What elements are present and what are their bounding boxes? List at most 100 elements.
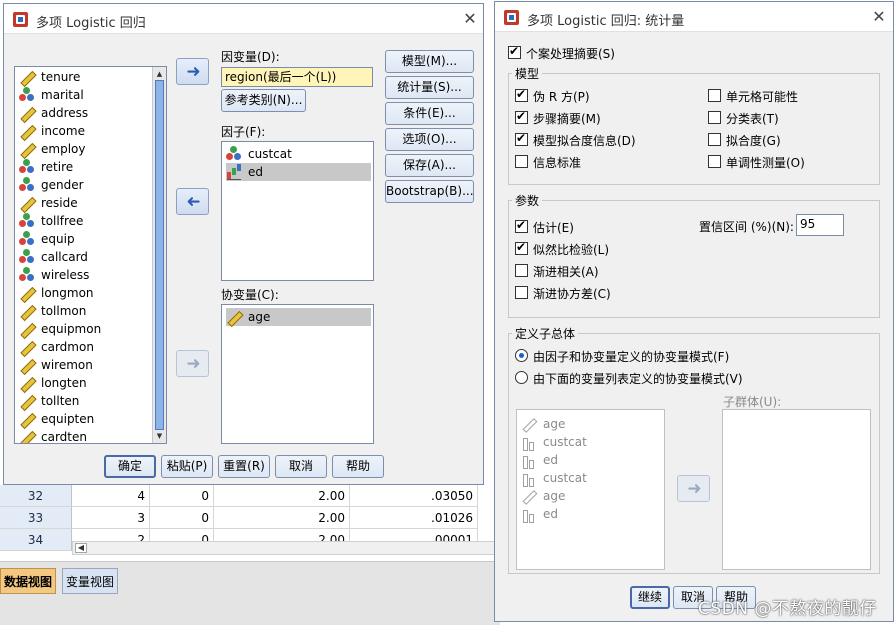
table-cell[interactable]: 2.00: [214, 485, 350, 507]
list-item[interactable]: tollfree: [19, 212, 147, 230]
list-item[interactable]: custcat: [521, 469, 661, 487]
dependent-field[interactable]: region(最后一个(L)): [221, 67, 373, 87]
continue-button[interactable]: 继续: [630, 586, 670, 609]
table-cell[interactable]: 2.00: [214, 507, 350, 529]
scroll-thumb[interactable]: [155, 80, 164, 430]
table-cell[interactable]: .03050: [350, 485, 478, 507]
reset-button[interactable]: 重置(R): [218, 455, 270, 478]
model-button[interactable]: 模型(M)...: [385, 50, 474, 73]
checkbox-checked-icon: [515, 87, 528, 102]
parameter-option-checkbox[interactable]: 渐进相关(A): [515, 262, 775, 280]
confidence-interval-input[interactable]: 95: [796, 214, 844, 236]
subgroups-list[interactable]: [722, 409, 871, 570]
bootstrap-button[interactable]: Bootstrap(B)...: [385, 180, 474, 203]
checkbox-empty-icon: [708, 155, 721, 168]
close-icon[interactable]: ✕: [869, 7, 889, 27]
list-item[interactable]: wiremon: [19, 356, 147, 374]
list-item-label: ed: [543, 453, 558, 467]
list-item[interactable]: income: [19, 122, 147, 140]
subpopulation-radio[interactable]: 由下面的变量列表定义的协变量模式(V): [515, 369, 775, 387]
scroll-down-icon[interactable]: ▼: [154, 431, 165, 441]
statistics-button[interactable]: 统计量(S)...: [385, 76, 474, 99]
model-option-checkbox[interactable]: 分类表(T): [708, 109, 896, 127]
criteria-button[interactable]: 条件(E)...: [385, 102, 474, 125]
nominal-circles-icon: [19, 159, 35, 175]
factors-list[interactable]: custcat ed: [221, 141, 374, 281]
nominal-circles-icon: [19, 249, 35, 265]
parameter-option-checkbox-label: 似然比检验(L): [533, 243, 610, 257]
table-cell[interactable]: 0: [150, 485, 214, 507]
list-item[interactable]: marital: [19, 86, 147, 104]
tab-data-view[interactable]: 数据视图: [0, 568, 57, 594]
scroll-up-icon[interactable]: ▲: [154, 69, 165, 79]
case-summary-checkbox[interactable]: 个案处理摘要(S): [508, 44, 658, 62]
covariates-label: 协变量(C):: [221, 288, 279, 302]
row-number: 33: [0, 507, 72, 529]
ok-button[interactable]: 确定: [104, 455, 156, 478]
covariates-list[interactable]: age: [221, 304, 374, 444]
list-item[interactable]: longten: [19, 374, 147, 392]
list-item[interactable]: retire: [19, 158, 147, 176]
model-option-checkbox[interactable]: 拟合度(G): [708, 131, 896, 149]
list-item[interactable]: ed: [521, 505, 661, 523]
list-item[interactable]: ed: [521, 451, 661, 469]
list-item[interactable]: age: [521, 487, 661, 505]
move-to-covariate-button[interactable]: ➜: [176, 350, 209, 377]
list-item-label: ed: [248, 165, 263, 179]
list-item[interactable]: gender: [19, 176, 147, 194]
model-option-checkbox[interactable]: 单元格可能性: [708, 87, 896, 105]
save-button[interactable]: 保存(A)...: [385, 154, 474, 177]
checkbox-empty-icon: [515, 286, 528, 299]
list-item[interactable]: cardten: [19, 428, 147, 443]
tab-variable-view[interactable]: 变量视图: [62, 568, 119, 594]
source-list-scrollbar[interactable]: ▲ ▼: [152, 67, 166, 443]
subpopulation-variable-list[interactable]: age custcat ed custcat age ed: [516, 409, 665, 570]
csdn-watermark: CSDN @不熬夜的靓仔: [698, 599, 877, 619]
model-option-checkbox[interactable]: 单调性测量(O): [708, 153, 896, 171]
scale-ruler-icon: [19, 303, 35, 319]
list-item[interactable]: age: [521, 415, 661, 433]
subpopulation-radio[interactable]: 由因子和协变量定义的协变量模式(F): [515, 347, 775, 365]
list-item[interactable]: tollten: [19, 392, 147, 410]
list-item[interactable]: reside: [19, 194, 147, 212]
list-item[interactable]: wireless: [19, 266, 147, 284]
help-button[interactable]: 帮助: [332, 455, 384, 478]
list-item[interactable]: custcat: [521, 433, 661, 451]
list-item[interactable]: tenure: [19, 68, 147, 86]
list-item[interactable]: longmon: [19, 284, 147, 302]
move-to-dependent-button[interactable]: ➜: [176, 58, 209, 85]
list-item[interactable]: equip: [19, 230, 147, 248]
move-to-subgroups-button[interactable]: ➜: [677, 475, 710, 502]
table-cell[interactable]: 0: [150, 507, 214, 529]
parameter-option-checkbox[interactable]: 似然比检验(L): [515, 240, 775, 258]
case-summary-label: 个案处理摘要(S): [526, 47, 615, 61]
list-item[interactable]: ed: [226, 163, 371, 181]
list-item[interactable]: callcard: [19, 248, 147, 266]
table-row: 32 4 0 2.00.03050: [0, 485, 500, 507]
model-group-title: 模型: [512, 65, 543, 82]
list-item[interactable]: tollmon: [19, 302, 147, 320]
list-item[interactable]: address: [19, 104, 147, 122]
scale-ruler-icon: [19, 195, 35, 211]
cancel-button[interactable]: 取消: [275, 455, 327, 478]
scroll-left-icon[interactable]: ◀: [75, 543, 87, 553]
reference-category-button[interactable]: 参考类别(N)...: [221, 89, 306, 112]
table-cell[interactable]: 3: [72, 507, 150, 529]
close-icon[interactable]: ✕: [460, 9, 480, 29]
options-button[interactable]: 选项(O)...: [385, 128, 474, 151]
table-cell[interactable]: 4: [72, 485, 150, 507]
checkbox-checked-icon: [515, 218, 528, 233]
list-item[interactable]: age: [226, 308, 371, 326]
horizontal-scrollbar[interactable]: ◀: [72, 541, 500, 555]
list-item[interactable]: equipmon: [19, 320, 147, 338]
table-cell[interactable]: .01026: [350, 507, 478, 529]
scale-ruler-icon: [19, 105, 35, 121]
list-item[interactable]: custcat: [226, 145, 371, 163]
list-item[interactable]: equipten: [19, 410, 147, 428]
list-item[interactable]: employ: [19, 140, 147, 158]
paste-button[interactable]: 粘贴(P): [161, 455, 213, 478]
move-to-factor-button[interactable]: ➜: [176, 188, 209, 215]
list-item[interactable]: cardmon: [19, 338, 147, 356]
source-variable-list[interactable]: tenure marital address income employ retire ge…: [14, 66, 167, 444]
parameter-option-checkbox[interactable]: 渐进协方差(C): [515, 284, 775, 302]
